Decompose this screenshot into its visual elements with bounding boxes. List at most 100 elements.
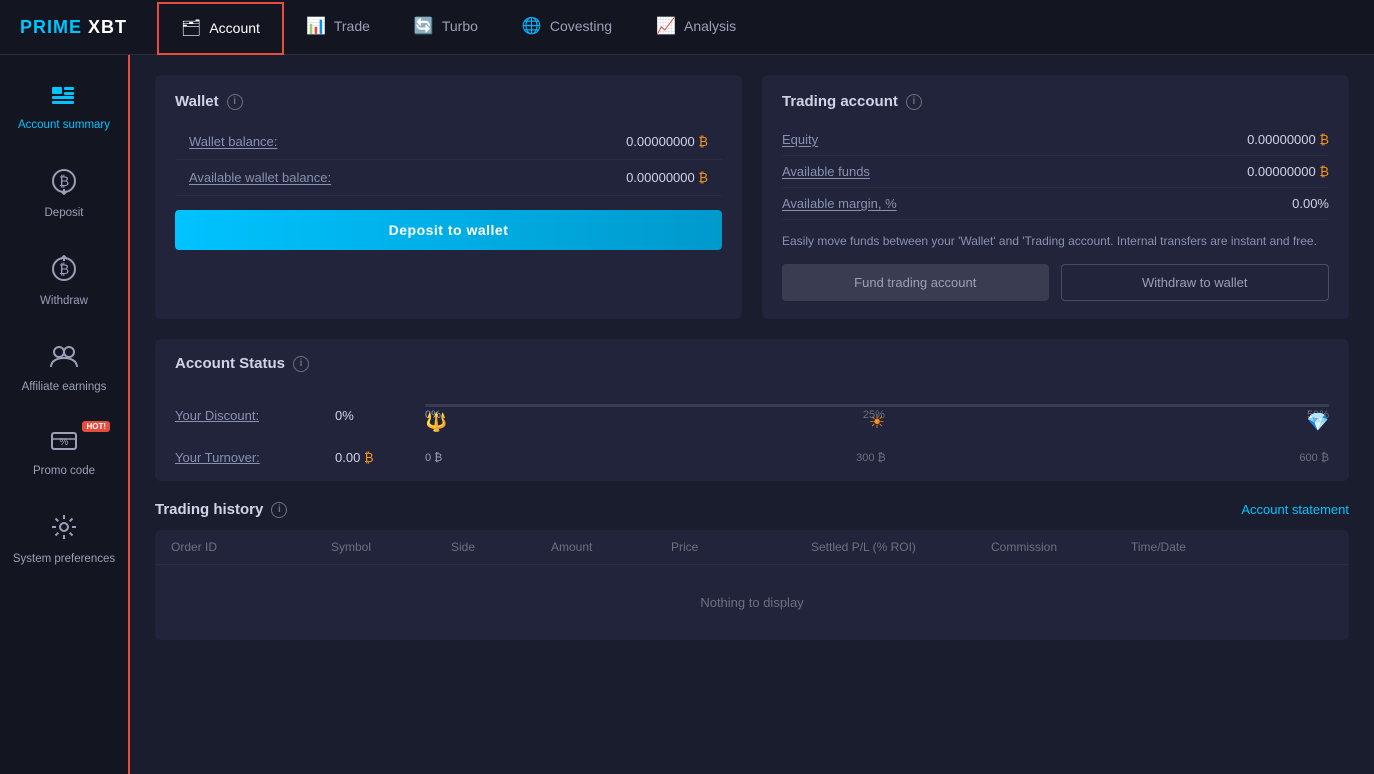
account-statement-link[interactable]: Account statement: [1241, 502, 1349, 517]
deposit-to-wallet-button[interactable]: Deposit to wallet: [175, 210, 722, 250]
nav-turbo[interactable]: 🔄 Turbo: [392, 0, 500, 55]
col-price: Price: [671, 540, 811, 554]
turbo-nav-icon: 🔄: [414, 16, 434, 36]
account-status-info-icon[interactable]: i: [293, 356, 309, 372]
svg-text:₿: ₿: [59, 261, 69, 277]
available-margin-label[interactable]: Available margin, %: [782, 196, 897, 211]
sidebar-item-system[interactable]: System preferences: [0, 495, 128, 583]
main-content: Wallet i Wallet balance: 0.00000000 ₿ Av…: [130, 55, 1374, 774]
nav-covesting-label: Covesting: [550, 18, 612, 34]
main-layout: Account summary ₿ Deposit ₿: [0, 55, 1374, 774]
sidebar-item-deposit[interactable]: ₿ Deposit: [0, 149, 128, 237]
account-status-section: Account Status i Your Discount: 0% 🔱 ☀ 💎: [155, 339, 1349, 481]
promo-label: Promo code: [33, 465, 95, 477]
level-0-icon: 🔱: [425, 412, 447, 433]
logo-xbt: XBT: [82, 17, 127, 37]
account-nav-icon: 🗂: [181, 18, 201, 38]
trade-nav-icon: 📊: [306, 16, 326, 36]
empty-message: Nothing to display: [155, 565, 1349, 640]
affiliate-icon: [49, 343, 79, 375]
transfer-note: Easily move funds between your 'Wallet' …: [782, 232, 1329, 250]
level-50-icon: 💎: [1307, 412, 1329, 433]
top-panels: Wallet i Wallet balance: 0.00000000 ₿ Av…: [155, 75, 1349, 319]
col-side: Side: [451, 540, 551, 554]
account-status-title: Account Status i: [175, 355, 1329, 372]
sidebar-item-withdraw[interactable]: ₿ Withdraw: [0, 237, 128, 325]
analysis-nav-icon: 📈: [656, 16, 676, 36]
wallet-balance-row: Wallet balance: 0.00000000 ₿: [175, 124, 722, 160]
sidebar-item-promo[interactable]: HOT! % Promo code: [0, 411, 128, 495]
trading-history-table: Order ID Symbol Side Amount Price Settle…: [155, 530, 1349, 640]
account-status-panel: Account Status i Your Discount: 0% 🔱 ☀ 💎: [155, 339, 1349, 481]
available-margin-value: 0.00%: [1292, 196, 1329, 211]
logo: PRIME XBT: [20, 17, 127, 38]
trading-account-panel: Trading account i Equity 0.00000000 ₿ Av…: [762, 75, 1349, 319]
nav-trade[interactable]: 📊 Trade: [284, 0, 392, 55]
available-funds-value: 0.00000000 ₿: [1247, 164, 1329, 179]
available-margin-row: Available margin, % 0.00%: [782, 188, 1329, 220]
nav-trade-label: Trade: [334, 18, 370, 34]
turnover-label[interactable]: Your Turnover:: [175, 450, 335, 465]
nav-covesting[interactable]: 🌐 Covesting: [500, 0, 634, 55]
covesting-nav-icon: 🌐: [522, 16, 542, 36]
discount-value: 0%: [335, 408, 415, 423]
deposit-label: Deposit: [45, 207, 84, 219]
wallet-balance-value: 0.00000000 ₿: [626, 134, 708, 149]
equity-value: 0.00000000 ₿: [1247, 132, 1329, 147]
nav-turbo-label: Turbo: [442, 18, 478, 34]
wallet-title-text: Wallet: [175, 93, 219, 110]
available-wallet-label[interactable]: Available wallet balance:: [189, 170, 331, 185]
wallet-panel: Wallet i Wallet balance: 0.00000000 ₿ Av…: [155, 75, 742, 319]
fund-trading-account-button[interactable]: Fund trading account: [782, 264, 1049, 301]
wallet-title: Wallet i: [175, 93, 722, 110]
account-summary-icon: [50, 83, 78, 113]
progress-area: 🔱 ☀ 💎 0% 25% 50%: [415, 386, 1329, 444]
turnover-600: 600 ₿: [1299, 452, 1329, 464]
promo-icon: %: [50, 429, 78, 459]
logo-prime: PRIME: [20, 17, 82, 37]
wallet-balance-label[interactable]: Wallet balance:: [189, 134, 277, 149]
account-status-title-text: Account Status: [175, 355, 285, 372]
nav-analysis-label: Analysis: [684, 18, 736, 34]
available-funds-row: Available funds 0.00000000 ₿: [782, 156, 1329, 188]
progress-icons: 🔱 ☀ 💎: [425, 412, 1329, 433]
sidebar: Account summary ₿ Deposit ₿: [0, 55, 130, 774]
progress-bar-bg: [425, 404, 1329, 407]
trading-account-title-text: Trading account: [782, 93, 898, 110]
equity-label[interactable]: Equity: [782, 132, 818, 147]
svg-text:₿: ₿: [59, 173, 69, 189]
trading-history-title-text: Trading history: [155, 501, 263, 518]
available-wallet-row: Available wallet balance: 0.00000000 ₿: [175, 160, 722, 196]
col-commission: Commission: [991, 540, 1131, 554]
trading-account-title: Trading account i: [782, 93, 1329, 110]
sidebar-item-account-summary[interactable]: Account summary: [0, 65, 128, 149]
turnover-progress-area: 0 ₿ 300 ₿ 600 ₿: [415, 452, 1329, 464]
progress-bar-container: 🔱 ☀ 💎 0% 25% 50%: [425, 404, 1329, 444]
withdraw-to-wallet-button[interactable]: Withdraw to wallet: [1061, 264, 1330, 301]
discount-row: Your Discount: 0% 🔱 ☀ 💎: [175, 386, 1329, 444]
nav-analysis[interactable]: 📈 Analysis: [634, 0, 758, 55]
trading-history-info-icon[interactable]: i: [271, 502, 287, 518]
trading-account-info-icon[interactable]: i: [906, 94, 922, 110]
wallet-info-icon[interactable]: i: [227, 94, 243, 110]
account-summary-label: Account summary: [18, 119, 110, 131]
system-icon: [50, 513, 78, 547]
table-header-row: Order ID Symbol Side Amount Price Settle…: [155, 530, 1349, 565]
nav-account[interactable]: 🗂 Account: [157, 2, 284, 55]
system-label: System preferences: [13, 553, 115, 565]
col-order-id: Order ID: [171, 540, 331, 554]
equity-row: Equity 0.00000000 ₿: [782, 124, 1329, 156]
sidebar-item-affiliate[interactable]: Affiliate earnings: [0, 325, 128, 411]
available-wallet-value: 0.00000000 ₿: [626, 170, 708, 185]
top-navigation: PRIME XBT 🗂 Account 📊 Trade 🔄 Turbo 🌐 Co…: [0, 0, 1374, 55]
col-amount: Amount: [551, 540, 671, 554]
nav-items: 🗂 Account 📊 Trade 🔄 Turbo 🌐 Covesting 📈 …: [157, 0, 758, 55]
action-buttons: Fund trading account Withdraw to wallet: [782, 264, 1329, 301]
col-pnl: Settled P/L (% ROI): [811, 540, 991, 554]
withdraw-label: Withdraw: [40, 295, 88, 307]
turnover-0: 0 ₿: [425, 452, 442, 464]
available-funds-label[interactable]: Available funds: [782, 164, 870, 179]
discount-label[interactable]: Your Discount:: [175, 408, 335, 423]
col-symbol: Symbol: [331, 540, 451, 554]
level-25-icon: ☀: [869, 412, 885, 433]
